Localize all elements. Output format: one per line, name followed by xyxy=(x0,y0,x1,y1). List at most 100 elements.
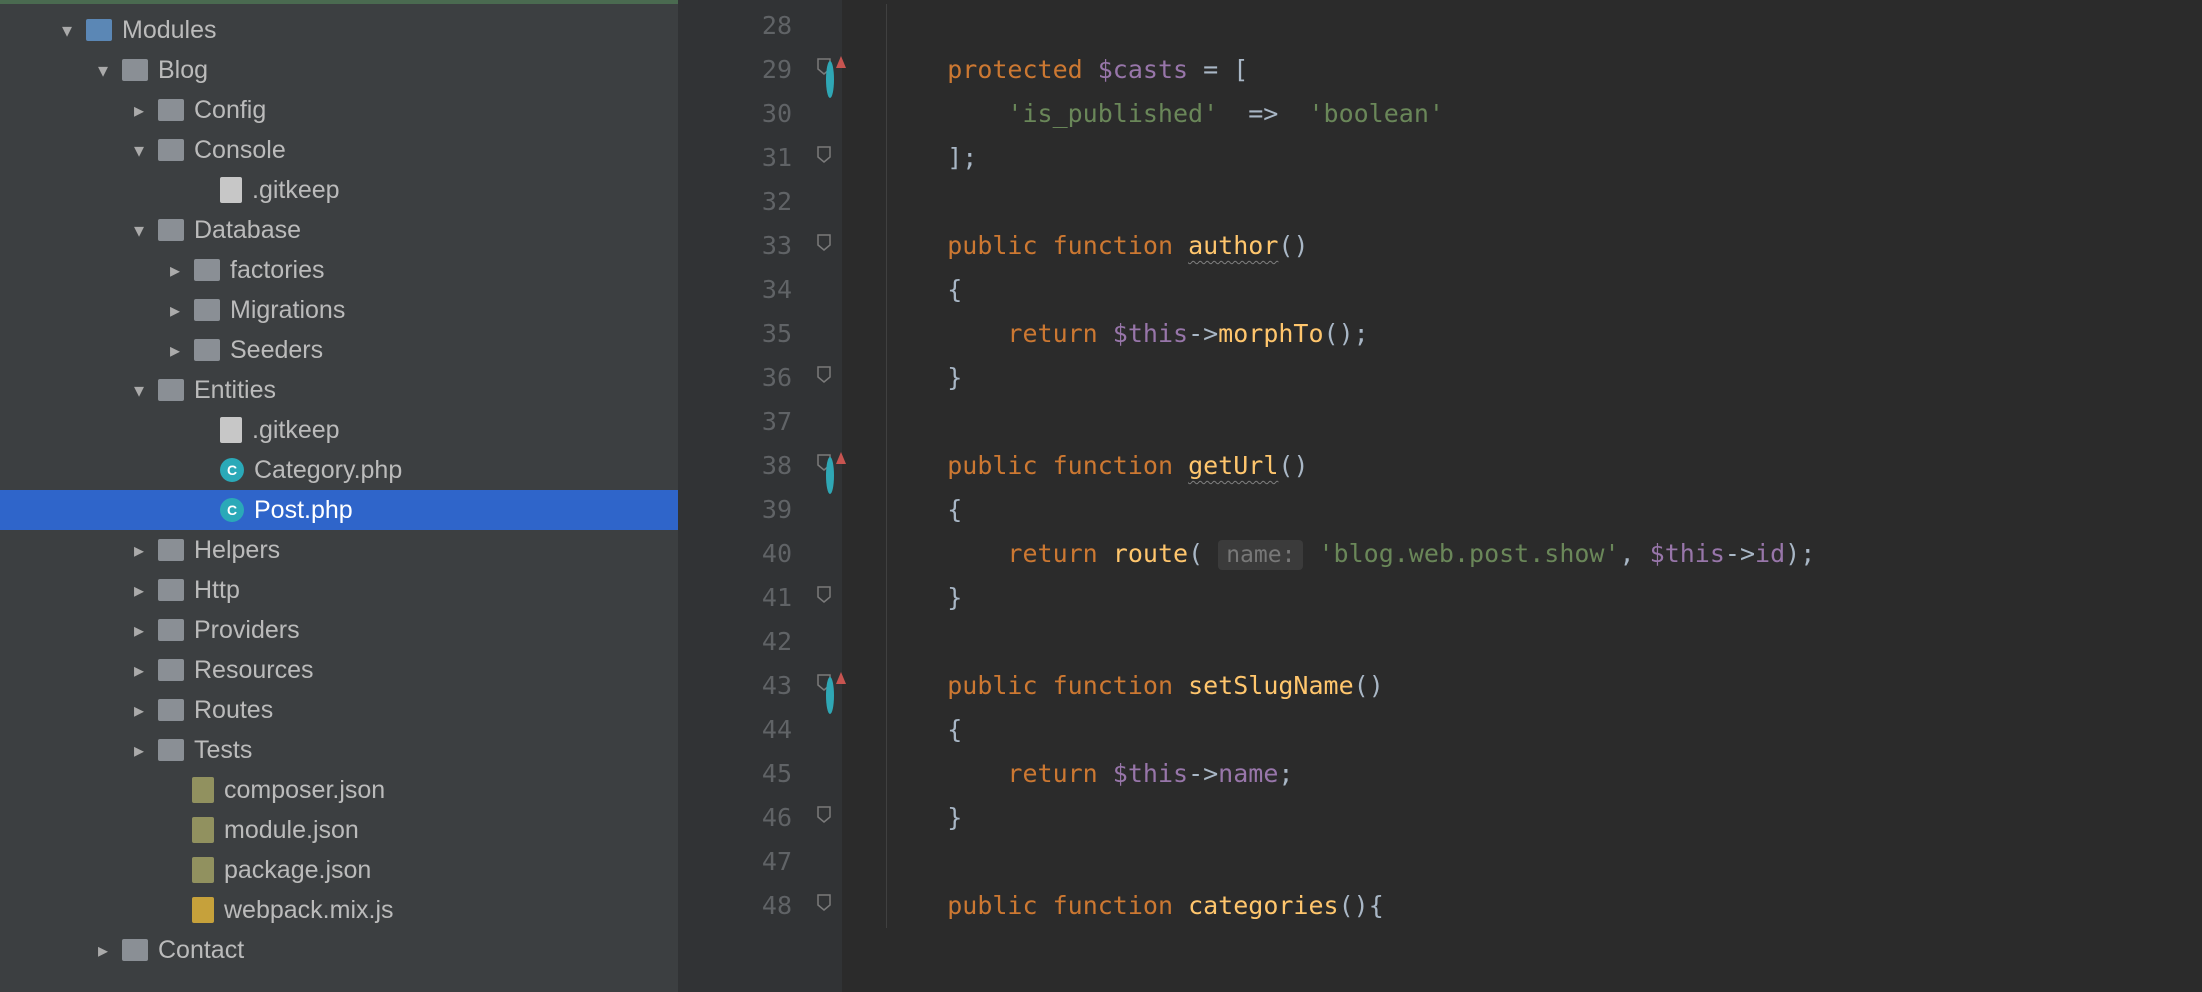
chevron-down-icon[interactable] xyxy=(130,218,148,243)
code-area[interactable]: protected $casts = [ 'is_published' => '… xyxy=(842,0,2202,992)
chevron-right-icon[interactable] xyxy=(130,698,148,723)
code-line[interactable]: { xyxy=(886,488,2202,532)
fold-cell xyxy=(806,264,842,308)
json-file-icon xyxy=(192,857,214,883)
fold-gutter[interactable] xyxy=(806,0,842,992)
tree-item-modules[interactable]: Modules xyxy=(0,10,678,50)
tree-item-helpers[interactable]: Helpers xyxy=(0,530,678,570)
code-line[interactable] xyxy=(886,4,2202,48)
tree-item-contact[interactable]: Contact xyxy=(0,930,678,970)
tree-item-migrations[interactable]: Migrations xyxy=(0,290,678,330)
code-editor[interactable]: 2829303132333435363738394041424344454647… xyxy=(678,0,2202,992)
chevron-right-icon[interactable] xyxy=(130,538,148,563)
line-number: 38 xyxy=(678,444,792,488)
chevron-right-icon[interactable] xyxy=(130,738,148,763)
tree-item-composer-json[interactable]: composer.json xyxy=(0,770,678,810)
fold-cell xyxy=(806,748,842,792)
chevron-down-icon[interactable] xyxy=(94,58,112,83)
fold-cell[interactable] xyxy=(806,880,842,924)
folder-icon xyxy=(158,619,184,641)
tree-item-label: composer.json xyxy=(224,776,385,805)
fold-cell[interactable] xyxy=(806,572,842,616)
code-line[interactable]: 'is_published' => 'boolean' xyxy=(886,92,2202,136)
code-line[interactable]: } xyxy=(886,576,2202,620)
code-line[interactable]: return $this->name; xyxy=(886,752,2202,796)
tree-item-http[interactable]: Http xyxy=(0,570,678,610)
tree-item-routes[interactable]: Routes xyxy=(0,690,678,730)
override-gutter-icon[interactable] xyxy=(810,674,834,698)
code-line[interactable]: } xyxy=(886,796,2202,840)
tree-item-label: Resources xyxy=(194,656,314,685)
tree-item-seeders[interactable]: Seeders xyxy=(0,330,678,370)
chevron-down-icon[interactable] xyxy=(130,138,148,163)
code-line[interactable]: { xyxy=(886,268,2202,312)
chevron-right-icon[interactable] xyxy=(130,618,148,643)
chevron-right-icon[interactable] xyxy=(130,578,148,603)
code-line[interactable]: return route( name: 'blog.web.post.show'… xyxy=(886,532,2202,576)
fold-toggle-icon[interactable] xyxy=(816,140,832,169)
fold-cell[interactable] xyxy=(806,132,842,176)
tree-item-post-php[interactable]: CPost.php xyxy=(0,490,678,530)
chevron-down-icon[interactable] xyxy=(130,378,148,403)
project-tree[interactable]: ModulesBlogConfigConsole.gitkeepDatabase… xyxy=(0,0,678,992)
line-number: 36 xyxy=(678,356,792,400)
fold-cell[interactable] xyxy=(806,352,842,396)
folder-icon xyxy=(158,139,184,161)
tree-item-entities[interactable]: Entities xyxy=(0,370,678,410)
code-line[interactable]: protected $casts = [ xyxy=(886,48,2202,92)
tree-item-label: Http xyxy=(194,576,240,605)
fold-toggle-icon[interactable] xyxy=(816,888,832,917)
chevron-right-icon[interactable] xyxy=(94,938,112,963)
tree-item-database[interactable]: Database xyxy=(0,210,678,250)
tree-item-blog[interactable]: Blog xyxy=(0,50,678,90)
code-line[interactable] xyxy=(886,620,2202,664)
code-line[interactable]: public function setSlugName() xyxy=(886,664,2202,708)
chevron-right-icon[interactable] xyxy=(166,338,184,363)
code-line[interactable]: public function categories(){ xyxy=(886,884,2202,928)
code-line[interactable] xyxy=(886,400,2202,444)
code-line[interactable] xyxy=(886,840,2202,884)
code-line[interactable]: return $this->morphTo(); xyxy=(886,312,2202,356)
code-line[interactable]: } xyxy=(886,356,2202,400)
tree-item-label: .gitkeep xyxy=(252,416,340,445)
tree-item-package-json[interactable]: package.json xyxy=(0,850,678,890)
tree-item-resources[interactable]: Resources xyxy=(0,650,678,690)
tree-item--gitkeep[interactable]: .gitkeep xyxy=(0,170,678,210)
tree-item-label: Entities xyxy=(194,376,276,405)
folder-icon xyxy=(194,259,220,281)
folder-icon xyxy=(122,59,148,81)
tree-item--gitkeep[interactable]: .gitkeep xyxy=(0,410,678,450)
fold-cell[interactable] xyxy=(806,792,842,836)
chevron-right-icon[interactable] xyxy=(130,98,148,123)
tree-item-tests[interactable]: Tests xyxy=(0,730,678,770)
tree-item-label: Database xyxy=(194,216,301,245)
chevron-right-icon[interactable] xyxy=(166,258,184,283)
fold-cell xyxy=(806,88,842,132)
fold-toggle-icon[interactable] xyxy=(816,360,832,389)
tree-item-webpack-mix-js[interactable]: webpack.mix.js xyxy=(0,890,678,930)
code-line[interactable]: public function author() xyxy=(886,224,2202,268)
override-gutter-icon[interactable] xyxy=(810,454,834,478)
line-number: 37 xyxy=(678,400,792,444)
code-line[interactable]: public function getUrl() xyxy=(886,444,2202,488)
tree-item-config[interactable]: Config xyxy=(0,90,678,130)
chevron-down-icon[interactable] xyxy=(58,18,76,43)
fold-toggle-icon[interactable] xyxy=(816,228,832,257)
tree-item-module-json[interactable]: module.json xyxy=(0,810,678,850)
code-line[interactable]: { xyxy=(886,708,2202,752)
tree-item-factories[interactable]: factories xyxy=(0,250,678,290)
code-line[interactable]: ]; xyxy=(886,136,2202,180)
chevron-right-icon[interactable] xyxy=(130,658,148,683)
fold-toggle-icon[interactable] xyxy=(816,580,832,609)
override-gutter-icon[interactable] xyxy=(810,58,834,82)
tree-item-category-php[interactable]: CCategory.php xyxy=(0,450,678,490)
folder-icon xyxy=(158,539,184,561)
fold-cell xyxy=(806,616,842,660)
fold-toggle-icon[interactable] xyxy=(816,800,832,829)
fold-cell[interactable] xyxy=(806,220,842,264)
tree-item-providers[interactable]: Providers xyxy=(0,610,678,650)
code-line[interactable] xyxy=(886,180,2202,224)
chevron-right-icon[interactable] xyxy=(166,298,184,323)
tree-item-console[interactable]: Console xyxy=(0,130,678,170)
line-number: 29 xyxy=(678,48,792,92)
